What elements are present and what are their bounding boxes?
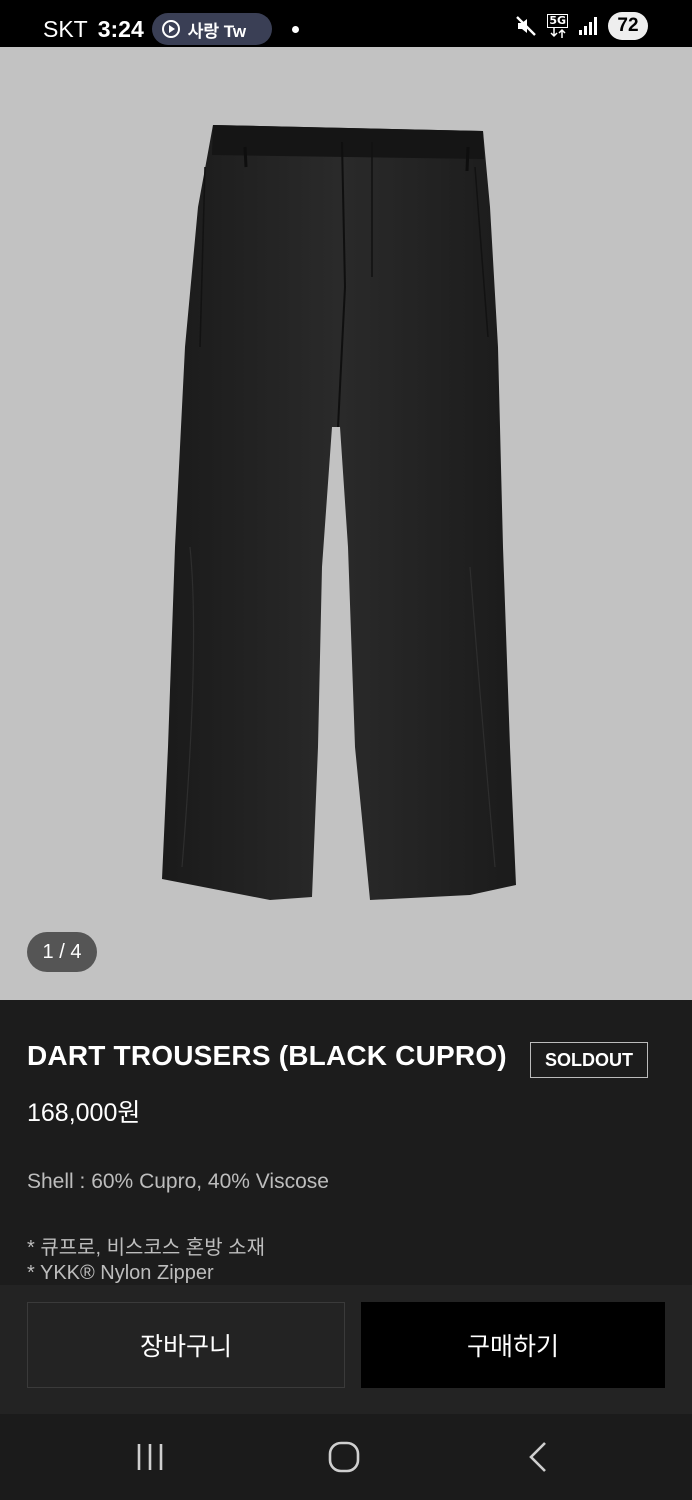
status-left: SKT 3:24 사랑 Tw [43, 13, 299, 45]
5g-icon: 5G [547, 14, 568, 38]
media-pill[interactable]: 사랑 Tw [151, 13, 272, 45]
product-image-gallery[interactable]: 1 / 4 [0, 47, 692, 1000]
play-icon [161, 20, 180, 38]
product-title: DART TROUSERS (BLACK CUPRO) [27, 1040, 507, 1071]
signal-icon [579, 17, 597, 35]
product-note: * YKK® Nylon Zipper [27, 1262, 214, 1284]
product-info: DART TROUSERS (BLACK CUPRO) SOLDOUT 168,… [0, 1000, 692, 1285]
clock: 3:24 [97, 15, 144, 42]
trousers-image [162, 125, 516, 900]
add-to-cart-button[interactable]: 장바구니 [27, 1302, 345, 1388]
media-pill-label: 사랑 Tw [187, 21, 247, 41]
network-label: 5G [547, 14, 568, 28]
system-nav-bar [0, 1414, 692, 1500]
purchase-action-bar: 장바구니 구매하기 [0, 1285, 692, 1414]
home-icon[interactable] [327, 1440, 361, 1474]
soldout-badge: SOLDOUT [530, 1042, 648, 1078]
status-bar: SKT 3:24 사랑 Tw 5G 72 [0, 0, 692, 47]
battery-icon: 72 [608, 12, 648, 40]
notification-dot [291, 25, 299, 33]
product-price: 168,000원 [27, 1099, 141, 1127]
back-icon[interactable] [522, 1440, 556, 1474]
image-counter: 1 / 4 [27, 932, 97, 972]
product-note: * 큐프로, 비스코스 혼방 소재 [27, 1237, 265, 1259]
status-right: 5G 72 [515, 12, 648, 40]
mute-icon [516, 16, 537, 36]
buy-now-button[interactable]: 구매하기 [361, 1302, 665, 1388]
recents-icon[interactable] [134, 1440, 168, 1474]
material-spec: Shell : 60% Cupro, 40% Viscose [27, 1170, 329, 1193]
carrier-label: SKT [43, 15, 88, 42]
